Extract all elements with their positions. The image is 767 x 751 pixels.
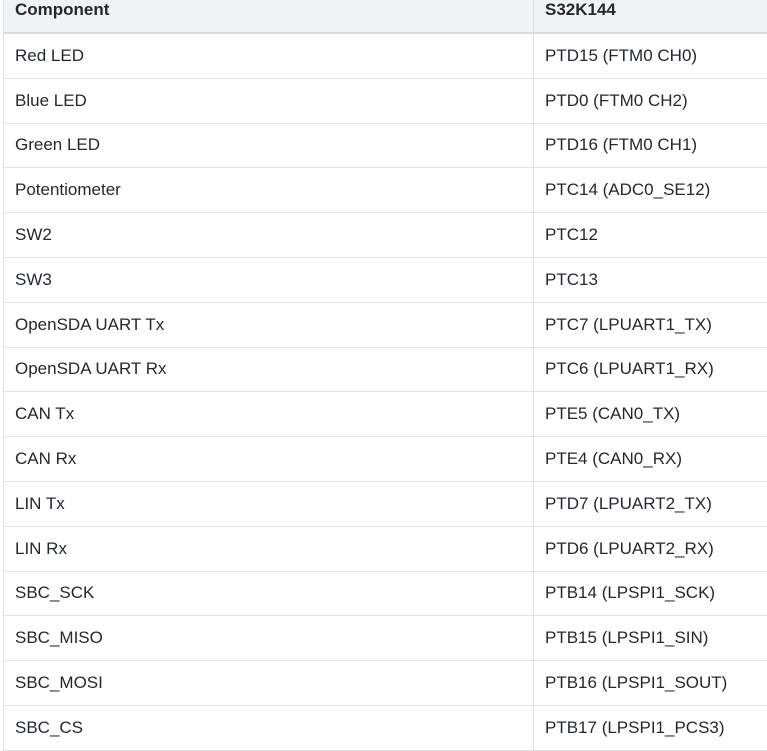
- table-row: SBC_CSPTB17 (LPSPI1_PCS3): [4, 705, 767, 750]
- component-cell: Potentiometer: [4, 168, 534, 213]
- pin-cell: PTE5 (CAN0_TX): [534, 392, 767, 437]
- pin-cell: PTD7 (LPUART2_TX): [534, 481, 767, 526]
- column-header-s32k144: S32K144: [534, 0, 767, 33]
- table-row: SW2PTC12: [4, 213, 767, 258]
- table-row: SBC_SCKPTB14 (LPSPI1_SCK): [4, 571, 767, 616]
- pin-cell: PTB14 (LPSPI1_SCK): [534, 571, 767, 616]
- pin-cell: PTD0 (FTM0 CH2): [534, 78, 767, 123]
- pin-mapping-table: Component S32K144 Red LEDPTD15 (FTM0 CH0…: [3, 0, 767, 751]
- component-cell: Blue LED: [4, 78, 534, 123]
- component-cell: OpenSDA UART Tx: [4, 302, 534, 347]
- component-cell: SBC_CS: [4, 705, 534, 750]
- table-header: Component S32K144: [4, 0, 767, 33]
- pin-cell: PTE4 (CAN0_RX): [534, 437, 767, 482]
- table-row: OpenSDA UART TxPTC7 (LPUART1_TX): [4, 302, 767, 347]
- table-row: SW3PTC13: [4, 257, 767, 302]
- pin-cell: PTB15 (LPSPI1_SIN): [534, 616, 767, 661]
- component-cell: SBC_MOSI: [4, 661, 534, 706]
- table-row: SBC_MOSIPTB16 (LPSPI1_SOUT): [4, 661, 767, 706]
- component-cell: SBC_SCK: [4, 571, 534, 616]
- pin-mapping-table-container: Component S32K144 Red LEDPTD15 (FTM0 CH0…: [3, 0, 767, 751]
- component-cell: SW3: [4, 257, 534, 302]
- component-cell: SW2: [4, 213, 534, 258]
- table-row: Red LEDPTD15 (FTM0 CH0): [4, 33, 767, 78]
- table-row: LIN TxPTD7 (LPUART2_TX): [4, 481, 767, 526]
- component-cell: OpenSDA UART Rx: [4, 347, 534, 392]
- component-cell: CAN Rx: [4, 437, 534, 482]
- table-row: CAN TxPTE5 (CAN0_TX): [4, 392, 767, 437]
- table-row: SBC_MISOPTB15 (LPSPI1_SIN): [4, 616, 767, 661]
- pin-cell: PTC13: [534, 257, 767, 302]
- table-row: CAN RxPTE4 (CAN0_RX): [4, 437, 767, 482]
- component-cell: Green LED: [4, 123, 534, 168]
- component-cell: SBC_MISO: [4, 616, 534, 661]
- column-header-component: Component: [4, 0, 534, 33]
- table-row: OpenSDA UART RxPTC6 (LPUART1_RX): [4, 347, 767, 392]
- table-row: LIN RxPTD6 (LPUART2_RX): [4, 526, 767, 571]
- table-header-row: Component S32K144: [4, 0, 767, 33]
- table-row: Blue LEDPTD0 (FTM0 CH2): [4, 78, 767, 123]
- table-row: PotentiometerPTC14 (ADC0_SE12): [4, 168, 767, 213]
- table-body: Red LEDPTD15 (FTM0 CH0)Blue LEDPTD0 (FTM…: [4, 33, 767, 750]
- pin-cell: PTC14 (ADC0_SE12): [534, 168, 767, 213]
- component-cell: Red LED: [4, 33, 534, 78]
- pin-cell: PTC7 (LPUART1_TX): [534, 302, 767, 347]
- pin-cell: PTD16 (FTM0 CH1): [534, 123, 767, 168]
- pin-cell: PTC12: [534, 213, 767, 258]
- pin-cell: PTC6 (LPUART1_RX): [534, 347, 767, 392]
- component-cell: LIN Rx: [4, 526, 534, 571]
- pin-cell: PTD6 (LPUART2_RX): [534, 526, 767, 571]
- pin-cell: PTB17 (LPSPI1_PCS3): [534, 705, 767, 750]
- pin-cell: PTD15 (FTM0 CH0): [534, 33, 767, 78]
- pin-cell: PTB16 (LPSPI1_SOUT): [534, 661, 767, 706]
- table-row: Green LEDPTD16 (FTM0 CH1): [4, 123, 767, 168]
- component-cell: LIN Tx: [4, 481, 534, 526]
- component-cell: CAN Tx: [4, 392, 534, 437]
